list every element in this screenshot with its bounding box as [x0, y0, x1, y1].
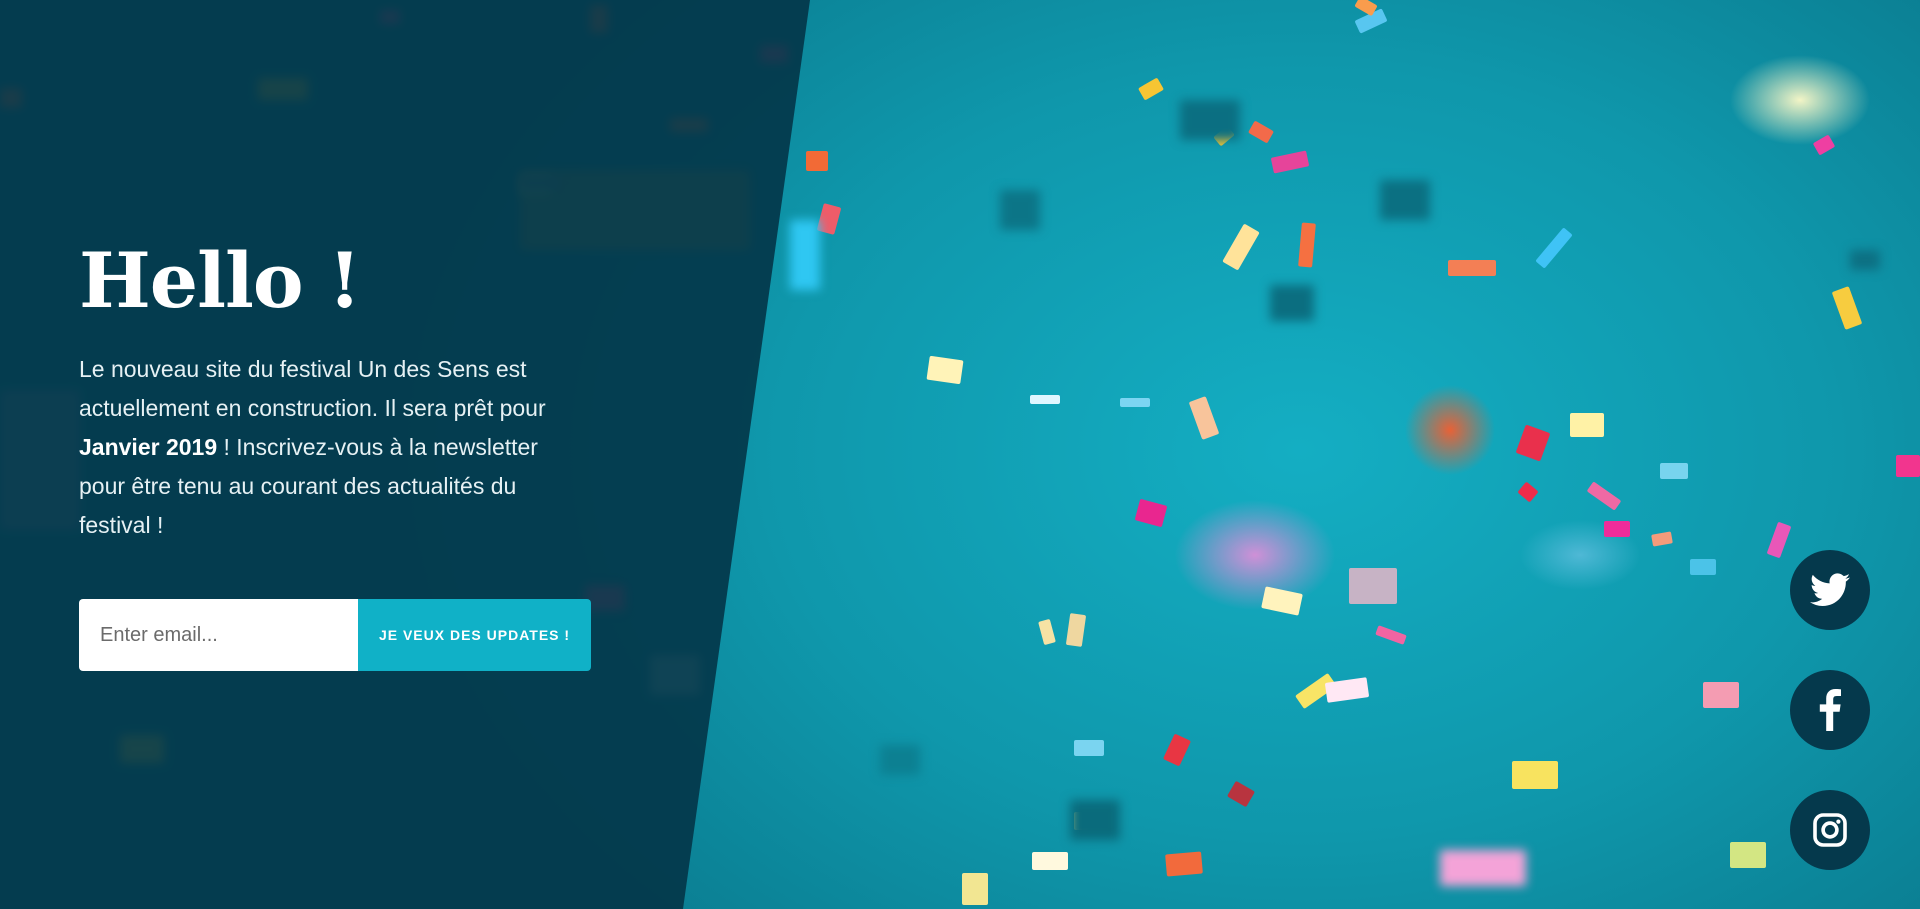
confetti-piece: [926, 355, 964, 385]
confetti-piece: [1517, 481, 1539, 503]
confetti-piece: [1380, 180, 1430, 220]
confetti-piece: [1134, 498, 1168, 528]
confetti-piece: [1570, 413, 1604, 437]
confetti-piece: [1766, 521, 1792, 559]
confetti-piece: [1222, 223, 1260, 271]
confetti-piece: [880, 745, 920, 775]
confetti-piece: [1270, 285, 1314, 321]
description-text: Le nouveau site du festival Un des Sens …: [79, 356, 546, 421]
newsletter-form: JE VEUX DES UPDATES !: [79, 599, 591, 671]
confetti-piece: [1690, 559, 1716, 575]
confetti-piece: [816, 203, 842, 235]
subscribe-button[interactable]: JE VEUX DES UPDATES !: [358, 599, 591, 671]
confetti-piece: [962, 873, 988, 905]
confetti-piece: [1032, 852, 1068, 870]
confetti-piece: [1604, 521, 1630, 537]
confetti-piece: [1440, 850, 1526, 886]
confetti-piece: [1324, 677, 1370, 703]
facebook-link[interactable]: [1790, 670, 1870, 750]
twitter-link[interactable]: [1790, 550, 1870, 630]
confetti-piece: [1651, 531, 1673, 547]
confetti-piece: [1162, 733, 1192, 767]
confetti-piece: [1730, 842, 1766, 868]
confetti-piece: [1515, 424, 1551, 462]
confetti-piece: [1375, 625, 1407, 645]
confetti-piece: [1065, 613, 1087, 647]
confetti-piece: [1349, 568, 1397, 604]
confetti-piece: [1247, 120, 1275, 144]
confetti-piece: [1000, 190, 1040, 230]
confetti-piece: [1188, 396, 1220, 440]
confetti-piece: [1030, 395, 1060, 404]
confetti-piece: [1831, 286, 1863, 330]
launch-date-highlight: Janvier 2019: [79, 434, 218, 460]
confetti-piece: [1298, 222, 1316, 268]
confetti-piece: [1512, 761, 1558, 789]
confetti-piece: [1850, 250, 1880, 270]
instagram-icon: [1812, 812, 1848, 848]
confetti-piece: [1070, 800, 1120, 840]
confetti-piece: [1896, 455, 1920, 477]
confetti-piece: [1261, 586, 1303, 616]
page-title: Hello !: [79, 236, 361, 325]
hero-content: Hello ! Le nouveau site du festival Un d…: [79, 232, 599, 545]
confetti-piece: [1270, 150, 1310, 174]
confetti-piece: [790, 220, 820, 290]
confetti-piece: [1226, 780, 1256, 808]
twitter-icon: [1810, 573, 1850, 607]
confetti-piece: [1535, 227, 1573, 269]
confetti-piece: [1038, 618, 1056, 646]
confetti-piece: [1165, 851, 1203, 877]
confetti-piece: [1137, 77, 1165, 101]
confetti-piece: [1448, 260, 1496, 276]
confetti-piece: [1660, 463, 1688, 479]
confetti-piece: [806, 151, 828, 171]
confetti-piece: [1120, 398, 1150, 407]
confetti-piece: [1180, 100, 1240, 140]
email-input[interactable]: [79, 599, 358, 671]
instagram-link[interactable]: [1790, 790, 1870, 870]
facebook-icon: [1819, 689, 1841, 731]
confetti-piece: [1812, 134, 1836, 156]
confetti-piece: [1586, 481, 1622, 511]
confetti-piece: [1074, 740, 1104, 756]
hero-description: Le nouveau site du festival Un des Sens …: [79, 350, 579, 545]
confetti-piece: [1703, 682, 1739, 708]
